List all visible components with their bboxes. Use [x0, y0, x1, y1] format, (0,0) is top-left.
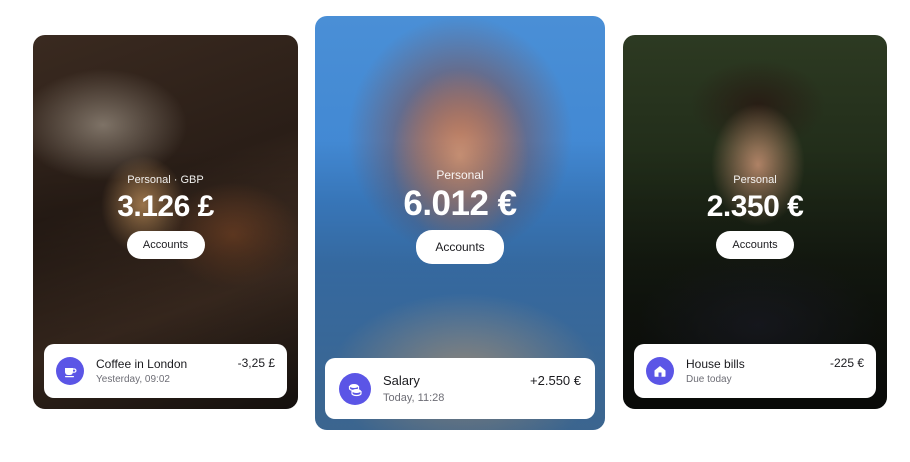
transaction-title: House bills — [686, 357, 745, 371]
transaction-amount: -3,25 £ — [237, 356, 275, 370]
transaction-title: Coffee in London — [96, 357, 188, 371]
account-subtitle: Personal — [733, 174, 777, 186]
account-balance: 3.126 £ — [117, 190, 214, 223]
coins-icon — [339, 372, 371, 405]
home-icon — [646, 357, 674, 385]
transaction-time: Due today — [686, 374, 732, 385]
account-card-eur-secondary[interactable]: Personal 2.350 € Accounts House bills Du… — [623, 35, 887, 409]
transaction-title: Salary — [383, 373, 420, 388]
transaction-item[interactable]: Salary Today, 11:28 +2.550 € — [325, 358, 595, 419]
transaction-item[interactable]: Coffee in London Yesterday, 09:02 -3,25 … — [44, 344, 287, 398]
accounts-button[interactable]: Accounts — [126, 231, 205, 259]
account-card-eur-main[interactable]: Personal 6.012 € Accounts Salary Today, … — [315, 16, 605, 430]
account-balance: 2.350 € — [706, 190, 804, 223]
transaction-amount: +2.550 € — [530, 373, 581, 388]
transaction-time: Yesterday, 09:02 — [96, 374, 170, 385]
transaction-amount: -225 € — [829, 356, 864, 370]
coffee-icon — [56, 357, 84, 385]
account-card-gbp[interactable]: Personal · GBP 3.126 £ Accounts Coffee i… — [33, 35, 298, 409]
account-subtitle: Personal · GBP — [127, 174, 204, 186]
accounts-button[interactable]: Accounts — [716, 231, 794, 259]
transaction-item[interactable]: House bills Due today -225 € — [634, 344, 876, 398]
transaction-time: Today, 11:28 — [383, 392, 445, 404]
accounts-button[interactable]: Accounts — [416, 230, 504, 264]
account-subtitle: Personal — [436, 168, 484, 182]
account-balance: 6.012 € — [403, 184, 517, 223]
